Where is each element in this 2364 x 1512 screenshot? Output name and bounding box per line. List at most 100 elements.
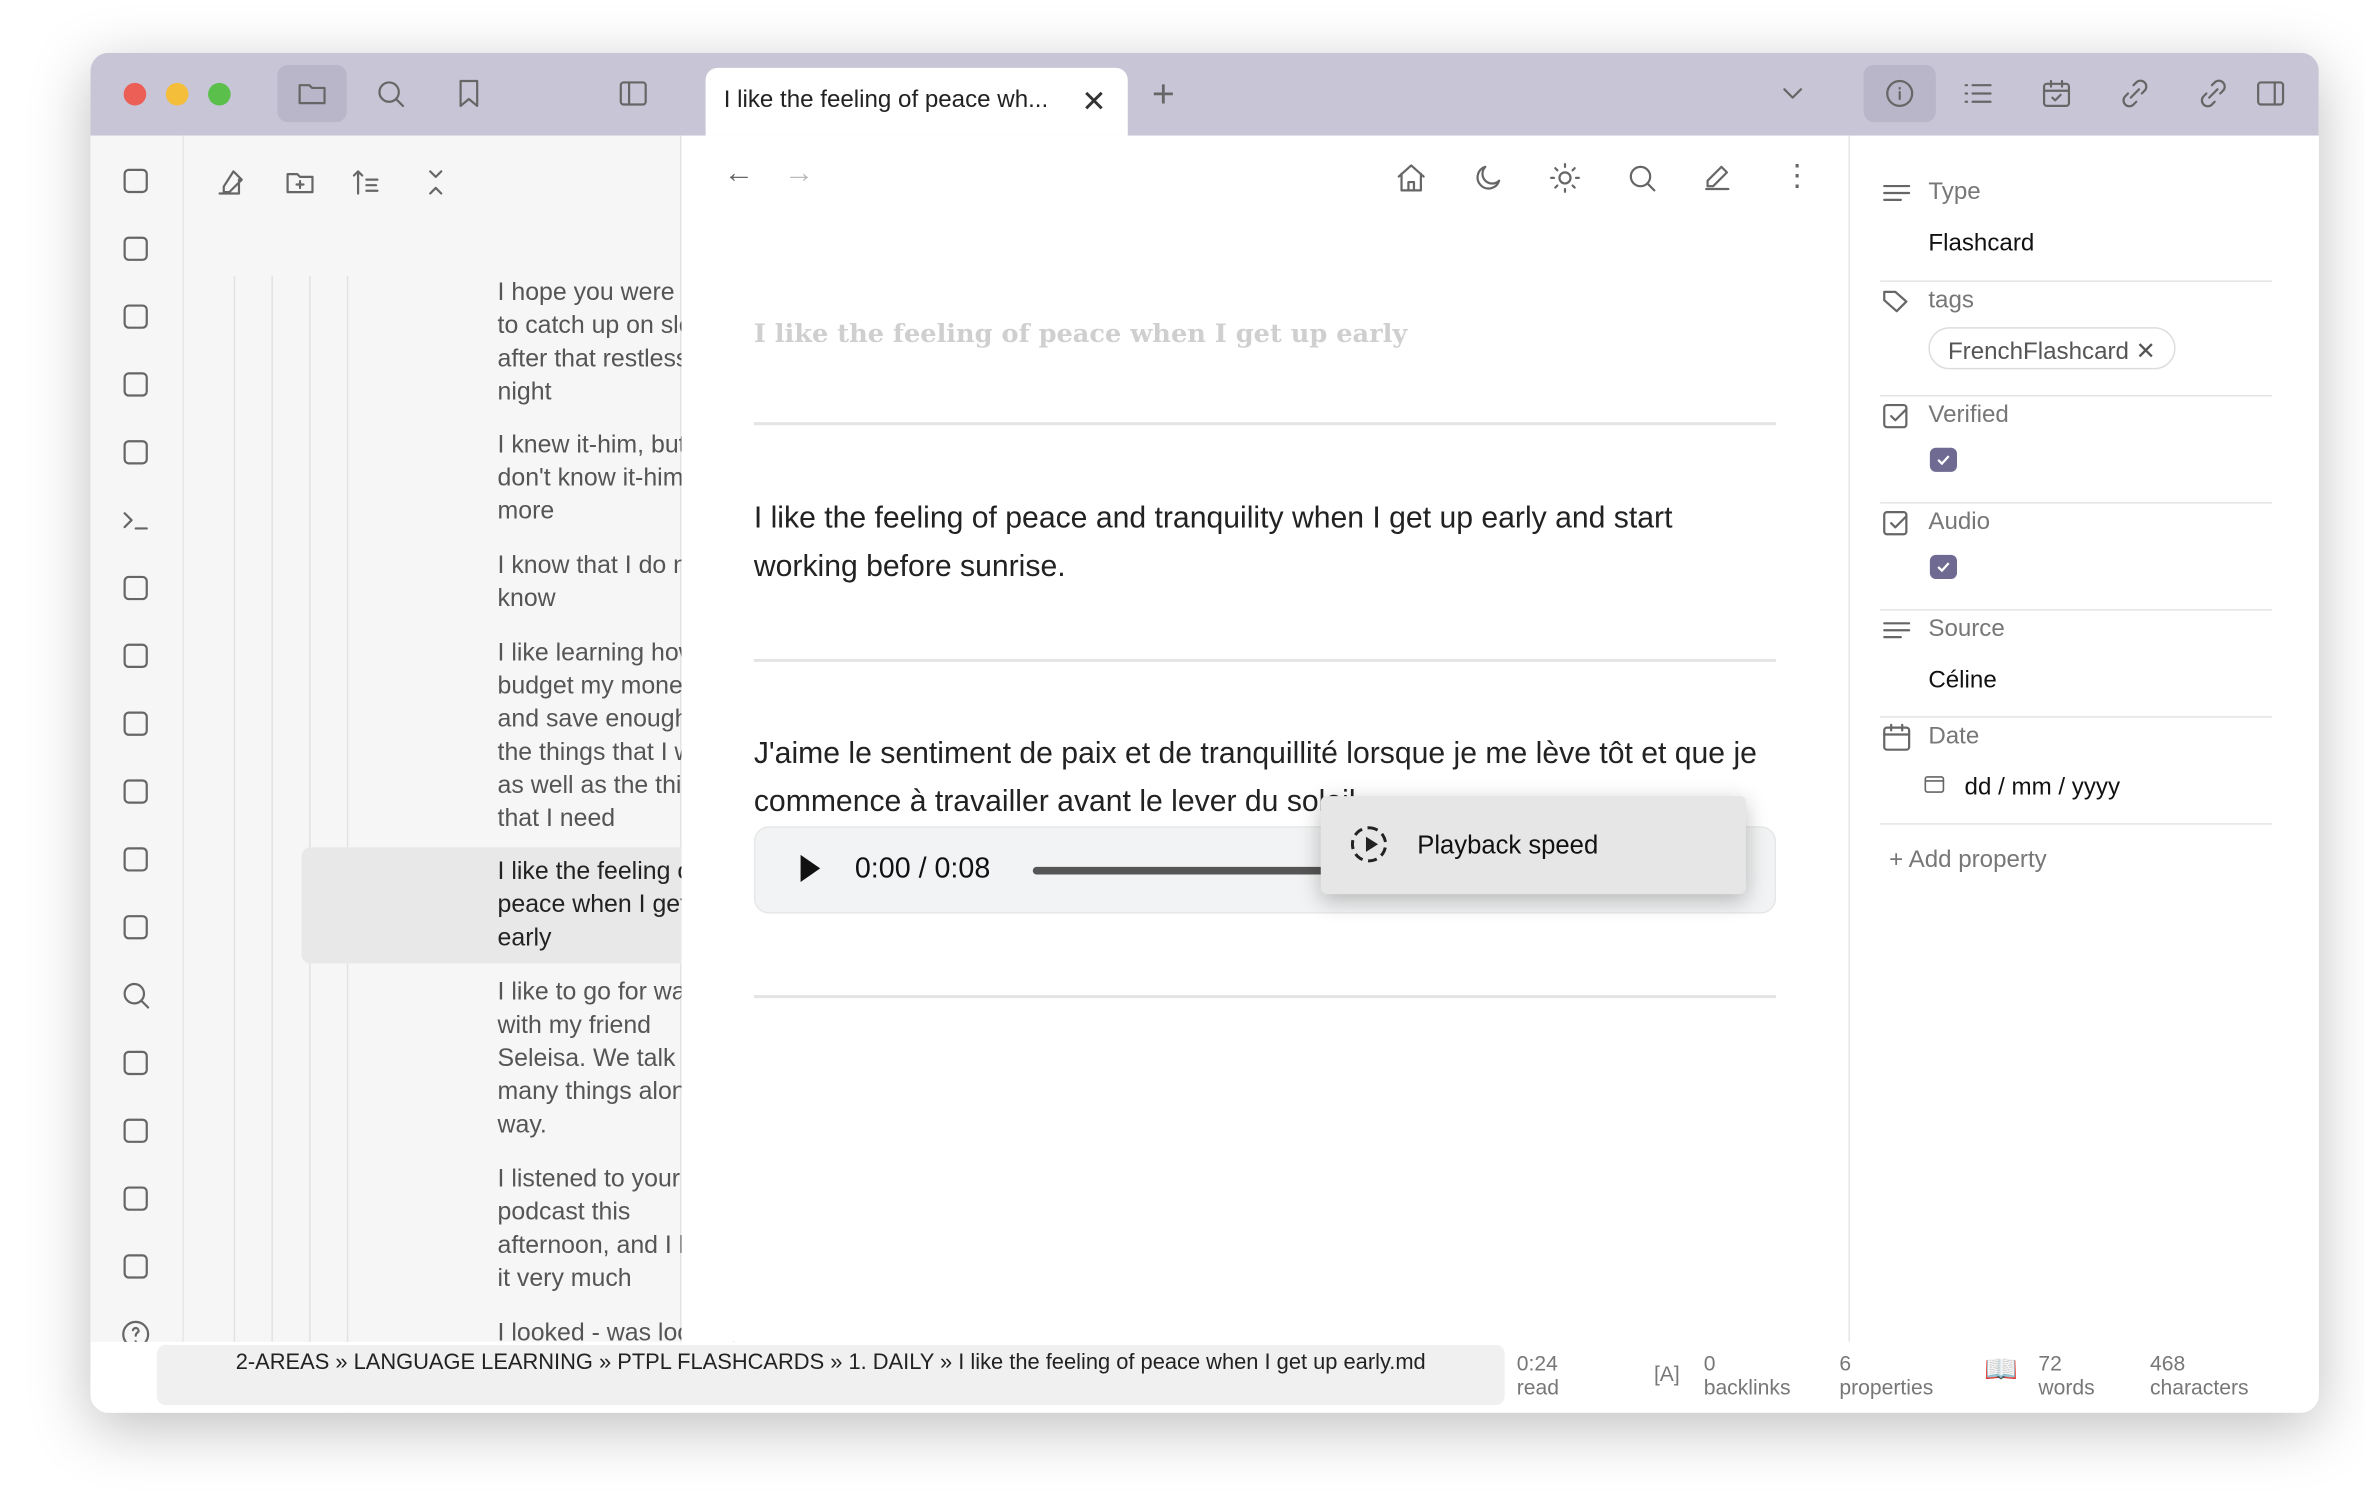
date-input[interactable]: dd / mm / yyyy [1965,775,2120,802]
word-count: 72 [2038,1350,2062,1376]
back-arrow-icon[interactable]: ← [724,157,754,192]
language-indicator[interactable]: [A] [1654,1361,1680,1385]
file-explorer: I hope you were able to catch up on slee… [183,135,751,1413]
date-picker-icon[interactable] [1922,772,1946,796]
property-divider [1880,823,2273,825]
canvas-icon[interactable] [119,164,152,197]
close-tab-icon[interactable]: ✕ [1081,83,1106,121]
status-bar: 2-AREAS » LANGUAGE LEARNING » PTPL FLASH… [90,1341,2319,1413]
history-icon[interactable] [119,707,152,740]
property-divider [1880,716,2273,718]
table-icon[interactable] [119,911,152,944]
property-divider [1880,609,2273,611]
property-name[interactable]: Audio [1928,510,1990,537]
slides-icon[interactable] [119,843,152,876]
tab-active-note[interactable]: I like the feeling of peace wh... ✕ [705,67,1128,136]
property-value[interactable]: Flashcard [1928,231,2034,258]
tags-icon [1880,285,1913,318]
file-search-icon[interactable] [119,232,152,265]
sidebar-toggle-icon[interactable] [617,77,650,110]
remove-tag-icon[interactable]: ✕ [2136,339,2156,365]
property-divider [1880,280,2273,282]
search-icon[interactable] [1625,161,1658,194]
add-property-label: Add property [1908,847,2047,873]
backlinks-icon[interactable] [2118,77,2151,110]
moon-icon[interactable] [1472,161,1505,194]
template-icon[interactable] [119,639,152,672]
checkbox-icon [1880,507,1913,540]
property-name[interactable]: Source [1928,617,2004,644]
smiley-icon[interactable] [119,775,152,808]
close-window-button[interactable] [123,82,147,106]
play-icon[interactable] [800,854,821,883]
chevron-down-icon[interactable] [1776,77,1809,110]
terminal-icon[interactable] [119,504,152,537]
property-value[interactable]: Céline [1928,668,1996,695]
map-pin-icon[interactable] [119,1250,152,1283]
property-divider [1880,395,2273,397]
search-icon[interactable] [119,978,152,1011]
search-icon[interactable] [374,77,407,110]
sun-icon[interactable] [1548,161,1581,194]
folder-icon[interactable] [296,77,329,110]
ribbon [90,135,184,1413]
property-name[interactable]: Type [1928,179,1980,206]
tag-pill[interactable]: FrenchFlashcard ✕ [1928,327,2176,370]
words-label: words [2038,1375,2095,1400]
plus-icon: + [1889,847,1904,873]
new-tab-icon[interactable]: + [1152,71,1175,118]
properties-count: 6 [1839,1350,1852,1376]
forward-arrow-icon[interactable]: → [784,157,814,192]
playback-menu: Playback speed [1320,796,1746,895]
add-property-button[interactable]: + Add property [1889,847,2047,874]
new-folder-icon[interactable] [283,166,316,199]
copy-icon[interactable] [119,436,152,469]
collapse-all-icon[interactable] [419,166,452,199]
more-options-icon[interactable]: ⋮ [1782,157,1812,195]
property-name[interactable]: Verified [1928,403,2008,430]
new-note-icon[interactable] [214,166,247,199]
read-time: 0:24 [1516,1350,1558,1376]
outgoing-links-icon[interactable] [2197,77,2230,110]
graph-icon[interactable] [119,300,152,333]
read-label: read [1516,1375,1560,1400]
sort-icon[interactable] [350,166,383,199]
checkbox-icon [1880,400,1913,433]
playback-speed-icon [1350,826,1388,863]
edit-icon[interactable] [1701,161,1734,194]
property-name[interactable]: tags [1928,288,1974,315]
calendar-check-icon[interactable] [2040,77,2073,110]
calendar-icon[interactable] [119,1182,152,1215]
bookmark-icon[interactable] [452,77,485,110]
english-sentence: I like the feeling of peace and tranquil… [753,502,1673,584]
property-name[interactable]: Date [1928,724,1979,751]
maximize-window-button[interactable] [208,82,231,106]
title-bar: I like the feeling of peace wh... ✕ + [90,52,2319,136]
minimize-window-button[interactable] [165,82,189,106]
list-icon[interactable] [1962,77,1995,110]
calendar-icon [1880,721,1913,754]
microphone-icon[interactable] [119,571,152,604]
home-icon[interactable] [119,1046,152,1079]
right-sidebar-toggle-icon[interactable] [2254,77,2287,110]
shapes-icon[interactable] [119,1114,152,1147]
tab-title: I like the feeling of peace wh... [723,87,1049,114]
backlinks-label: backlinks [1703,1375,1791,1400]
breadcrumb[interactable]: 2-AREAS » LANGUAGE LEARNING » PTPL FLASH… [156,1344,1505,1406]
playback-speed-item[interactable]: Playback speed [1417,831,1598,861]
character-count: 468 [2149,1350,2186,1376]
dashboard-icon[interactable] [119,368,152,401]
note-title[interactable]: I like the feeling of peace when I get u… [754,320,1407,350]
property-checkbox[interactable] [1929,447,1957,472]
app-window: I like the feeling of peace wh... ✕ + I … [90,52,2319,1413]
audio-time: 0:00 / 0:08 [854,853,991,886]
property-checkbox[interactable] [1929,554,1957,579]
info-icon[interactable] [1883,77,1916,110]
properties-panel: Type Flashcard tags FrenchFlashcard ✕ Verifi… [1848,135,2319,1342]
book-icon: 📖 [1984,1353,2018,1385]
property-divider [1880,502,2273,504]
properties-label: properties [1839,1375,1934,1400]
text-icon [1880,614,1913,647]
characters-label: characters [2149,1375,2249,1400]
home-icon[interactable] [1395,161,1428,194]
